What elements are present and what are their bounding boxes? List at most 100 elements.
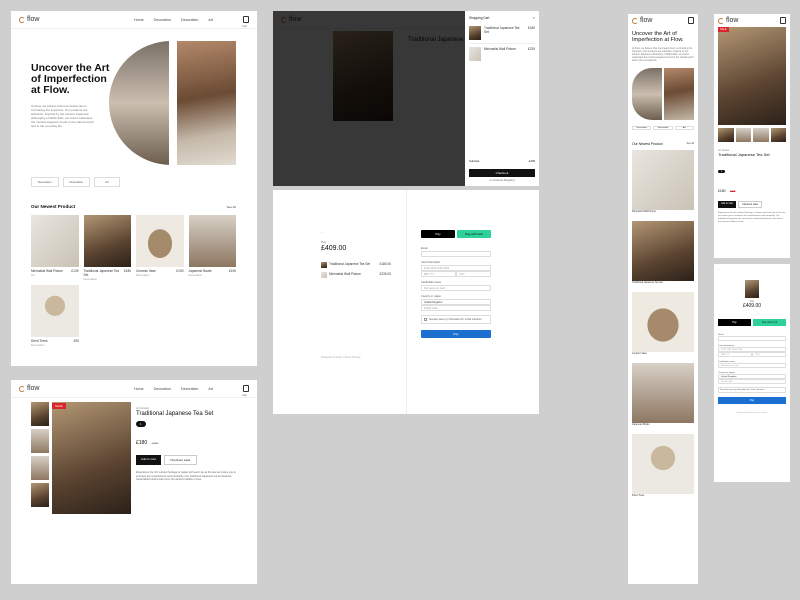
nav-link-art[interactable]: Art: [208, 18, 213, 22]
category-button-decoration[interactable]: Decoration: [632, 126, 652, 130]
postcode-field[interactable]: Postal code: [421, 305, 491, 311]
product-card[interactable]: Ceramic Vase: [632, 292, 694, 355]
postcode-field[interactable]: Postal code: [718, 379, 786, 384]
cart-icon[interactable]: Cart: [242, 16, 249, 28]
apple-pay-button[interactable]: Pay: [718, 319, 751, 326]
product-card[interactable]: Dried Trees £90 Decoration: [31, 285, 79, 347]
stripe-footer: Powered by Stripe | Terms Privacy: [321, 356, 361, 359]
top-nav: flow Home Decoration Decoration Art Cart: [11, 11, 257, 29]
expiry-field[interactable]: MM / YY: [718, 352, 752, 357]
add-to-cart-button[interactable]: Add to Cart: [718, 201, 737, 208]
save-info-checkbox[interactable]: [424, 318, 427, 321]
continue-shopping-link[interactable]: or Continue Shopping: [469, 179, 535, 182]
logo[interactable]: flow: [718, 17, 738, 24]
logo[interactable]: flow: [19, 16, 39, 23]
back-arrow-icon[interactable]: ←: [321, 230, 324, 234]
nav-link-decoration[interactable]: Decoration: [154, 387, 171, 391]
product-card[interactable]: Dried Trees: [632, 434, 694, 497]
order-summary: ← Pay £409.00 Traditional Japanese Tea S…: [273, 190, 406, 414]
product-details: Art Details Traditional Japanese Tea Set…: [136, 406, 241, 482]
save-info-box[interactable]: Securely save my information for 1-click…: [718, 387, 786, 393]
product-image: [136, 215, 184, 267]
product-card[interactable]: Minimalist Wall Picture: [632, 150, 694, 213]
cart-item: Traditional Japanese Tea Set £180: [469, 26, 535, 44]
product-card[interactable]: Japanese Bowls £190 Decoration: [188, 215, 236, 281]
line-items: Traditional Japanese Tea Set £180.00 Mini…: [321, 262, 391, 278]
thumbnail[interactable]: [31, 429, 49, 453]
cardholder-field[interactable]: Full name on card: [421, 285, 491, 291]
product-card[interactable]: Japanese Bowls: [632, 363, 694, 426]
stripe-footer: Powered by Stripe | Terms Privacy: [736, 412, 768, 414]
cvc-field[interactable]: CVC: [752, 352, 786, 357]
cart-icon[interactable]: Cart: [242, 385, 249, 397]
hero-title: Uncover the Art of Imperfection at Flow.: [632, 31, 684, 43]
apple-pay-button[interactable]: Pay: [421, 230, 455, 238]
dim-overlay[interactable]: [273, 11, 465, 186]
email-label: Email: [421, 247, 428, 250]
thumbnail[interactable]: [753, 128, 769, 142]
thumbnail[interactable]: [770, 128, 786, 142]
category-button-decoration-2[interactable]: Decoration: [653, 126, 673, 130]
link-pay-button[interactable]: Pay with Link: [753, 319, 786, 326]
email-field[interactable]: [421, 251, 491, 257]
category-button-decoration[interactable]: Decoration: [31, 177, 59, 187]
checkout-total: £409.00: [742, 303, 762, 309]
nav-link-home[interactable]: Home: [134, 387, 144, 391]
newest-header: Our Newest Product See All: [31, 204, 236, 209]
cvc-field[interactable]: CVC: [456, 271, 491, 277]
category-button-art[interactable]: Art: [674, 126, 694, 130]
expiry-field[interactable]: MM / YY: [421, 271, 456, 277]
thumbnail[interactable]: [31, 402, 49, 426]
pay-button[interactable]: Pay: [421, 330, 491, 338]
back-arrow-icon[interactable]: ←: [714, 264, 790, 274]
see-all-link[interactable]: See All: [687, 142, 694, 146]
checkout-button[interactable]: Checkout: [469, 169, 535, 177]
hero-title: Uncover the Art of Imperfection at Flow.: [31, 62, 110, 96]
cardholder-field[interactable]: Full name on card: [718, 363, 786, 368]
category-button-art[interactable]: Art: [94, 177, 120, 187]
nav-link-decoration-2[interactable]: Decoration: [181, 18, 198, 22]
nav-link-home[interactable]: Home: [134, 18, 144, 22]
save-info-box[interactable]: Securely save my information for 1-click…: [421, 315, 491, 324]
product-card[interactable]: Traditional Japanese Tea Set: [632, 221, 694, 284]
subtotal-value: £409: [528, 159, 535, 163]
product-image: [31, 285, 79, 337]
line-item: Minimalist Wall Picture £239.00: [321, 272, 391, 278]
close-icon[interactable]: ×: [533, 15, 535, 20]
thumbnail[interactable]: [31, 483, 49, 507]
product-card[interactable]: Ceramic Vase £190 Decoration: [136, 215, 184, 281]
product-desktop-frame: flow Home Decoration Decoration Art Cart…: [11, 380, 257, 584]
card-label: Card information: [421, 261, 441, 264]
cart-icon[interactable]: [780, 17, 786, 24]
link-pay-button[interactable]: Pay with Link: [457, 230, 491, 238]
logo[interactable]: flow: [632, 17, 652, 24]
product-image: [31, 215, 79, 267]
cart-icon[interactable]: [688, 17, 694, 24]
product-card[interactable]: Minimalist Wall Picture £139 Art: [31, 215, 79, 281]
thumbnail[interactable]: [718, 128, 734, 142]
main-product-image: SALE: [52, 402, 131, 514]
product-card[interactable]: Traditional Japanese Tea Set £180 Decorat…: [83, 215, 131, 281]
category-button-decoration-2[interactable]: Decoration: [62, 177, 91, 187]
thumbnail-list: [31, 402, 49, 507]
nav-link-decoration-2[interactable]: Decoration: [181, 387, 198, 391]
see-all-link[interactable]: See All: [227, 205, 236, 209]
product-price: £180: [718, 189, 726, 193]
logo[interactable]: flow: [19, 385, 39, 392]
nav-links: Home Decoration Decoration Art: [134, 18, 213, 22]
product-description: Experience the rich cultural heritage of…: [136, 471, 236, 482]
checkout-total: £409.00: [321, 245, 347, 252]
nav-link-art[interactable]: Art: [208, 387, 213, 391]
thumbnail[interactable]: [735, 128, 751, 142]
add-to-cart-button[interactable]: Add to Cart: [136, 455, 162, 465]
thumbnail[interactable]: [31, 456, 49, 480]
nav-link-decoration[interactable]: Decoration: [154, 18, 171, 22]
email-field[interactable]: [718, 336, 786, 341]
product-list: Minimalist Wall Picture Traditional Japa…: [628, 150, 698, 497]
quantity-selector[interactable]: 1: [136, 421, 146, 427]
pay-button[interactable]: Pay: [718, 397, 786, 404]
checkout-desktop-frame: ← Pay £409.00 Traditional Japanese Tea S…: [273, 190, 539, 414]
checkout-later-button[interactable]: Checkout Later: [164, 455, 197, 465]
quantity-selector[interactable]: 1: [718, 170, 726, 173]
checkout-later-button[interactable]: Checkout Later: [738, 201, 763, 208]
